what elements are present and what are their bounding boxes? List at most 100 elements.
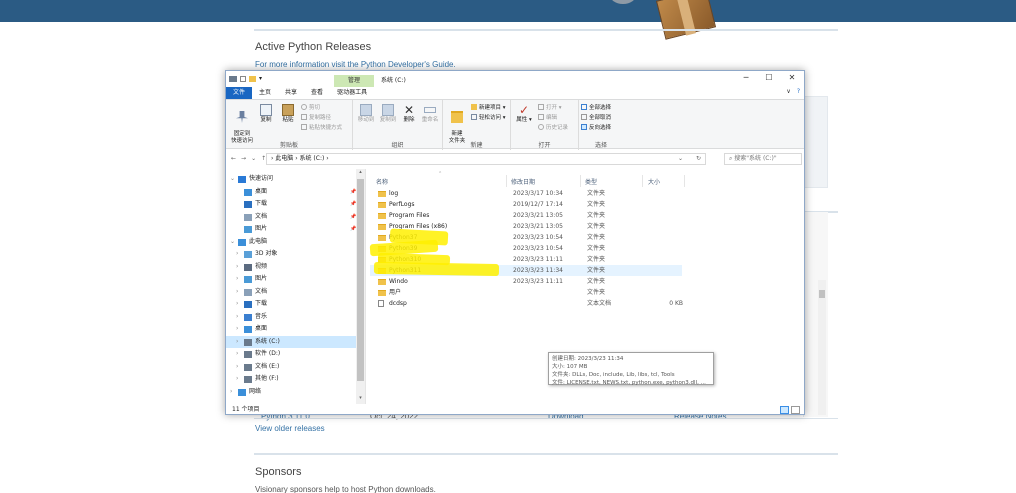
history-button[interactable]: 历史记录	[538, 124, 568, 132]
nav-item[interactable]: › 桌面	[226, 323, 356, 335]
expand-chevron-icon[interactable]: ›	[236, 261, 238, 273]
search-box[interactable]: ⌕ 搜索"系统 (C:)"	[724, 153, 802, 165]
new-folder-icon[interactable]	[249, 76, 256, 82]
nav-item[interactable]: › 视频	[226, 261, 356, 273]
paste-button[interactable]: 粘贴	[278, 104, 298, 124]
expand-chevron-icon[interactable]: ›	[236, 348, 238, 360]
expand-chevron-icon[interactable]: ›	[236, 248, 238, 260]
navigation-scrollbar[interactable]: ▴ ▾	[356, 169, 365, 404]
copy-path-button[interactable]: 复制路径	[301, 114, 331, 122]
expand-chevron-icon[interactable]: ›	[236, 298, 238, 310]
close-button[interactable]: ✕	[782, 73, 802, 82]
file-row[interactable]: Windo 2023/3/23 11:11 文件夹	[370, 276, 682, 287]
column-divider[interactable]	[580, 175, 581, 187]
nav-item[interactable]: › 文档 (E:)	[226, 361, 356, 373]
nav-item[interactable]: › 3D 对象	[226, 248, 356, 260]
easy-access-button[interactable]: 轻松访问 ▾	[471, 114, 506, 122]
column-divider[interactable]	[506, 175, 507, 187]
expand-chevron-icon[interactable]: ›	[236, 273, 238, 285]
forward-button[interactable]: →	[241, 155, 246, 162]
details-view-button[interactable]	[780, 406, 789, 414]
back-button[interactable]: ←	[231, 155, 236, 162]
column-name[interactable]: 名称	[376, 177, 388, 186]
quick-access-dropdown[interactable]: ▾	[259, 75, 262, 83]
expand-chevron-icon[interactable]: ›	[236, 286, 238, 298]
new-item-button[interactable]: 新建项目 ▾	[471, 104, 506, 112]
scroll-up-button[interactable]: ▴	[356, 169, 365, 175]
copy-to-button[interactable]: 复制到	[377, 104, 399, 124]
expand-chevron-icon[interactable]: ›	[236, 373, 238, 385]
file-row[interactable]: 用户 文件夹	[370, 287, 682, 298]
folder-icon	[378, 279, 386, 285]
file-row[interactable]: PerfLogs 2019/12/7 17:14 文件夹	[370, 199, 682, 210]
item-count: 11 个项目	[232, 406, 260, 413]
refresh-button[interactable]: ↻	[696, 154, 701, 164]
invert-selection-button[interactable]: 反向选择	[581, 124, 611, 132]
tab-view[interactable]: 查看	[304, 87, 330, 99]
nav-item[interactable]: ⌄ 快速访问	[226, 173, 356, 185]
move-to-button[interactable]: 移动到	[355, 104, 377, 124]
expanded-chevron-icon[interactable]: ⌄	[230, 236, 235, 248]
file-row[interactable]: Program Files 2023/3/21 13:05 文件夹	[370, 210, 682, 221]
cut-button[interactable]: 剪切	[301, 104, 320, 112]
nav-item[interactable]: 下载 📌	[226, 198, 356, 210]
expand-chevron-icon[interactable]: ›	[236, 336, 238, 348]
file-row[interactable]: log 2023/3/17 10:34 文件夹	[370, 188, 682, 199]
expand-chevron-icon[interactable]: ›	[236, 361, 238, 373]
recent-locations-button[interactable]: ⌄	[251, 155, 256, 162]
properties-button[interactable]: ✓ 属性 ▾	[513, 104, 535, 124]
maximize-button[interactable]: ☐	[759, 73, 779, 82]
nav-item-label: 音乐	[255, 312, 268, 320]
nav-item[interactable]: 图片 📌	[226, 223, 356, 235]
tab-home[interactable]: 主页	[252, 87, 278, 99]
nav-item[interactable]: › 软件 (D:)	[226, 348, 356, 360]
select-all-button[interactable]: 全部选择	[581, 104, 611, 112]
file-row[interactable]: dcdsp 文本文档 0 KB	[370, 298, 683, 309]
developer-guide-link[interactable]: For more information visit the Python De…	[255, 60, 456, 69]
expand-chevron-icon[interactable]: ›	[230, 386, 232, 398]
column-size[interactable]: 大小	[648, 177, 660, 186]
nav-item[interactable]: › 其他 (F:)	[226, 373, 356, 385]
nav-item[interactable]: › 网络	[226, 386, 356, 398]
nav-item[interactable]: 文档 📌	[226, 211, 356, 223]
release-list-scrollbar[interactable]	[818, 280, 826, 415]
nav-item[interactable]: › 音乐	[226, 311, 356, 323]
nav-item[interactable]: › 下载	[226, 298, 356, 310]
open-button[interactable]: 打开 ▾	[538, 104, 562, 112]
edit-button[interactable]: 编辑	[538, 114, 557, 122]
column-divider[interactable]	[642, 175, 643, 187]
column-modified[interactable]: 修改日期	[511, 177, 535, 186]
rename-button[interactable]: 重命名	[419, 104, 441, 124]
large-icons-view-button[interactable]	[791, 406, 800, 414]
nav-item[interactable]: ⌄ 此电脑	[226, 236, 356, 248]
tab-drive-tools[interactable]: 驱动器工具	[330, 87, 374, 99]
nav-item[interactable]: › 系统 (C:)	[226, 335, 356, 348]
collapse-ribbon-button[interactable]: ∨	[786, 88, 790, 95]
expanded-chevron-icon[interactable]: ⌄	[230, 173, 235, 185]
minimize-button[interactable]: ─	[736, 73, 756, 82]
tab-share[interactable]: 共享	[278, 87, 304, 99]
address-dropdown[interactable]: ⌄	[678, 154, 683, 164]
tab-file[interactable]: 文件	[226, 87, 253, 99]
delete-button[interactable]: ✕ 删除	[399, 104, 419, 124]
file-type: 文件夹	[587, 201, 606, 208]
older-releases-link[interactable]: View older releases	[255, 424, 325, 433]
select-none-button[interactable]: 全部取消	[581, 114, 611, 122]
nav-item[interactable]: 桌面 📌	[226, 186, 356, 198]
paste-shortcut-button[interactable]: 粘贴快捷方式	[301, 124, 342, 132]
column-divider[interactable]	[684, 175, 685, 187]
expand-chevron-icon[interactable]: ›	[236, 323, 238, 335]
scroll-down-button[interactable]: ▾	[356, 395, 365, 401]
copy-button[interactable]: 复制	[256, 104, 276, 124]
nav-item[interactable]: › 图片	[226, 273, 356, 285]
expand-chevron-icon[interactable]: ›	[236, 311, 238, 323]
nav-item[interactable]: › 文档	[226, 286, 356, 298]
manage-context-tab[interactable]: 管理	[334, 75, 374, 87]
help-button[interactable]: ?	[797, 88, 800, 95]
column-type[interactable]: 类型	[585, 177, 597, 186]
pin-quick-access-button[interactable]: 固定到 快速访问	[228, 104, 256, 145]
new-folder-button[interactable]: 新建 文件夹	[445, 104, 469, 145]
address-bar[interactable]: › 此电脑 › 系统 (C:) › ⌄ ↻	[266, 153, 706, 165]
properties-icon[interactable]	[240, 76, 246, 82]
scroll-thumb[interactable]	[357, 179, 364, 381]
